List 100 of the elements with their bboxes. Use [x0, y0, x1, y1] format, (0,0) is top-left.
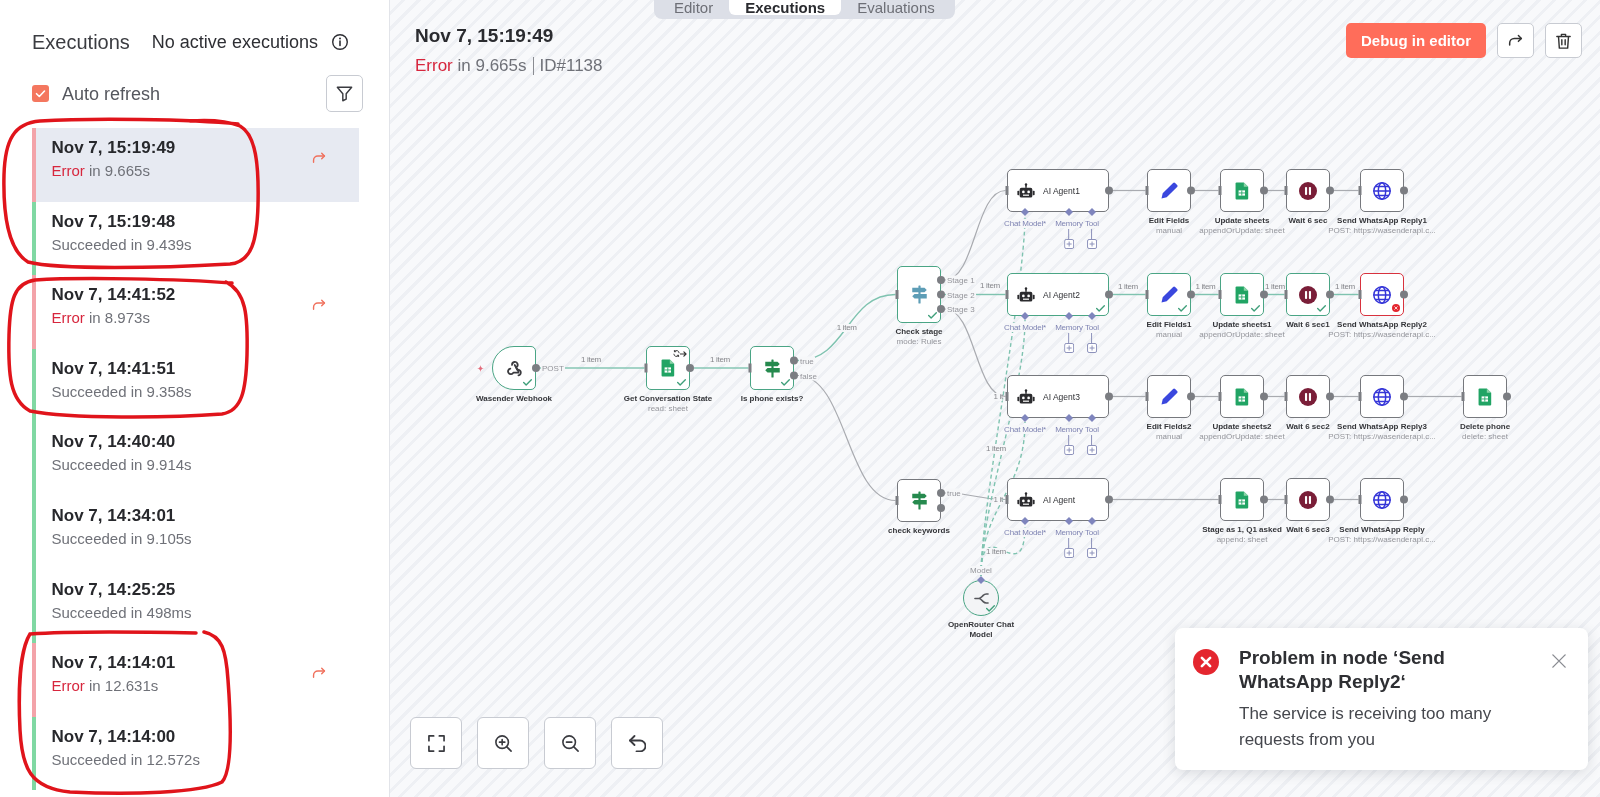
input-handle[interactable] [1358, 186, 1362, 195]
connector-handle[interactable] [1088, 517, 1096, 525]
workflow-node[interactable] [1147, 169, 1191, 212]
delete-button[interactable] [1545, 23, 1582, 58]
input-handle[interactable] [1358, 290, 1362, 299]
workflow-node[interactable] [1360, 169, 1404, 212]
input-handle[interactable] [1284, 290, 1288, 299]
input-handle[interactable] [1358, 495, 1362, 504]
plus-icon[interactable] [1064, 342, 1074, 353]
output-handle[interactable] [1400, 290, 1408, 299]
input-handle[interactable] [895, 290, 899, 299]
execution-item[interactable]: Nov 7, 14:41:52 Error in 8.973s [32, 275, 359, 349]
workflow-node[interactable] [1147, 375, 1191, 418]
connector-handle[interactable] [1021, 517, 1029, 525]
input-handle[interactable] [1005, 392, 1009, 401]
workflow-node[interactable] [1220, 273, 1264, 316]
output-handle[interactable] [1105, 186, 1113, 195]
plus-icon[interactable] [1087, 238, 1097, 249]
output-handle[interactable] [1187, 290, 1195, 299]
workflow-node[interactable] [1147, 273, 1191, 316]
workflow-node[interactable] [963, 580, 999, 616]
output-handle[interactable] [1187, 392, 1195, 401]
execution-item[interactable]: Nov 7, 14:40:40 Succeeded in 9.914s [32, 422, 359, 496]
input-handle[interactable] [1145, 290, 1149, 299]
input-handle[interactable] [1005, 290, 1009, 299]
input-handle[interactable] [895, 496, 899, 505]
plus-icon[interactable] [1087, 342, 1097, 353]
checkbox[interactable] [32, 85, 49, 102]
connector-handle[interactable] [1021, 414, 1029, 422]
output-handle[interactable] [1260, 186, 1268, 195]
output-handle[interactable] [1260, 290, 1268, 299]
output-handle[interactable] [1105, 495, 1113, 504]
execution-item[interactable]: Nov 7, 14:25:25 Succeeded in 498ms [32, 569, 359, 644]
workflow-node[interactable]: AI Agent [1007, 478, 1109, 521]
workflow-node[interactable] [1286, 169, 1330, 212]
input-handle[interactable] [1005, 495, 1009, 504]
fit-view-button[interactable] [410, 717, 462, 769]
output-handle[interactable] [1326, 392, 1334, 401]
plus-icon[interactable] [1064, 444, 1074, 455]
workflow-node[interactable] [1286, 478, 1330, 521]
execution-item[interactable]: Nov 7, 15:19:49 Error in 9.665s [32, 128, 359, 202]
output-handle[interactable] [1260, 495, 1268, 504]
curved-arrow-icon[interactable] [312, 152, 326, 164]
retry-button[interactable] [1497, 23, 1534, 58]
zoom-in-button[interactable] [477, 717, 529, 769]
input-handle[interactable] [1218, 186, 1222, 195]
connector-handle[interactable] [1088, 414, 1096, 422]
curved-arrow-icon[interactable] [312, 299, 326, 312]
connector-handle[interactable] [1065, 312, 1073, 320]
output-handle[interactable] [1400, 392, 1408, 401]
input-handle[interactable] [1284, 392, 1288, 401]
input-handle[interactable] [1358, 392, 1362, 401]
output-handle[interactable] [1105, 392, 1113, 401]
connector-handle[interactable] [1088, 312, 1096, 320]
workflow-node[interactable] [897, 479, 941, 522]
output-handle[interactable] [1187, 186, 1195, 195]
tab[interactable]: Executions [729, 0, 842, 15]
workflow-node[interactable] [646, 346, 690, 390]
input-handle[interactable] [1284, 495, 1288, 504]
connector-handle[interactable] [1021, 208, 1029, 216]
workflow-node[interactable] [1220, 478, 1264, 521]
workflow-node[interactable]: AI Agent2 [1007, 273, 1109, 316]
info-icon[interactable] [331, 34, 348, 50]
execution-item[interactable]: Nov 7, 15:19:48 Succeeded in 9.439s [32, 201, 359, 276]
connector-handle[interactable] [1065, 517, 1073, 525]
tab[interactable]: Evaluations [841, 0, 951, 15]
output-handle[interactable] [532, 364, 540, 372]
execution-item[interactable]: Nov 7, 14:34:01 Succeeded in 9.105s [32, 495, 359, 570]
reset-zoom-button[interactable] [611, 717, 663, 769]
curved-arrow-icon[interactable] [312, 667, 326, 680]
input-handle[interactable] [748, 363, 752, 373]
filter-button[interactable] [326, 75, 363, 112]
workflow-node[interactable] [1360, 375, 1404, 418]
plus-icon[interactable] [1087, 444, 1097, 455]
workflow-node[interactable] [1220, 375, 1264, 418]
output-handle[interactable] [1326, 186, 1334, 195]
workflow-node[interactable] [1463, 375, 1507, 418]
input-handle[interactable] [1218, 290, 1222, 299]
input-handle[interactable] [1218, 392, 1222, 401]
execution-item[interactable]: Nov 7, 14:14:00 Succeeded in 12.572s [32, 716, 359, 791]
workflow-node[interactable]: AI Agent1 [1007, 169, 1109, 212]
output-handle[interactable] [686, 364, 694, 372]
input-handle[interactable] [1145, 186, 1149, 195]
input-handle[interactable] [1145, 392, 1149, 401]
connector-handle[interactable] [1065, 414, 1073, 422]
input-handle[interactable] [1461, 392, 1465, 401]
workflow-node[interactable] [897, 266, 941, 323]
workflow-node[interactable] [492, 346, 536, 390]
workflow-node[interactable] [1286, 375, 1330, 418]
execution-item[interactable]: Nov 7, 14:41:51 Succeeded in 9.358s [32, 348, 359, 423]
connector-handle[interactable] [1088, 208, 1096, 216]
execution-item[interactable]: Nov 7, 14:14:01 Error in 12.631s [32, 643, 359, 717]
workflow-node[interactable] [1360, 478, 1404, 521]
output-handle[interactable] [1400, 186, 1408, 195]
output-handle[interactable] [1326, 495, 1334, 504]
close-icon[interactable] [1552, 654, 1566, 668]
output-handle[interactable] [1400, 495, 1408, 504]
workflow-node[interactable] [750, 346, 794, 390]
input-handle[interactable] [1218, 495, 1222, 504]
output-handle[interactable] [1260, 392, 1268, 401]
